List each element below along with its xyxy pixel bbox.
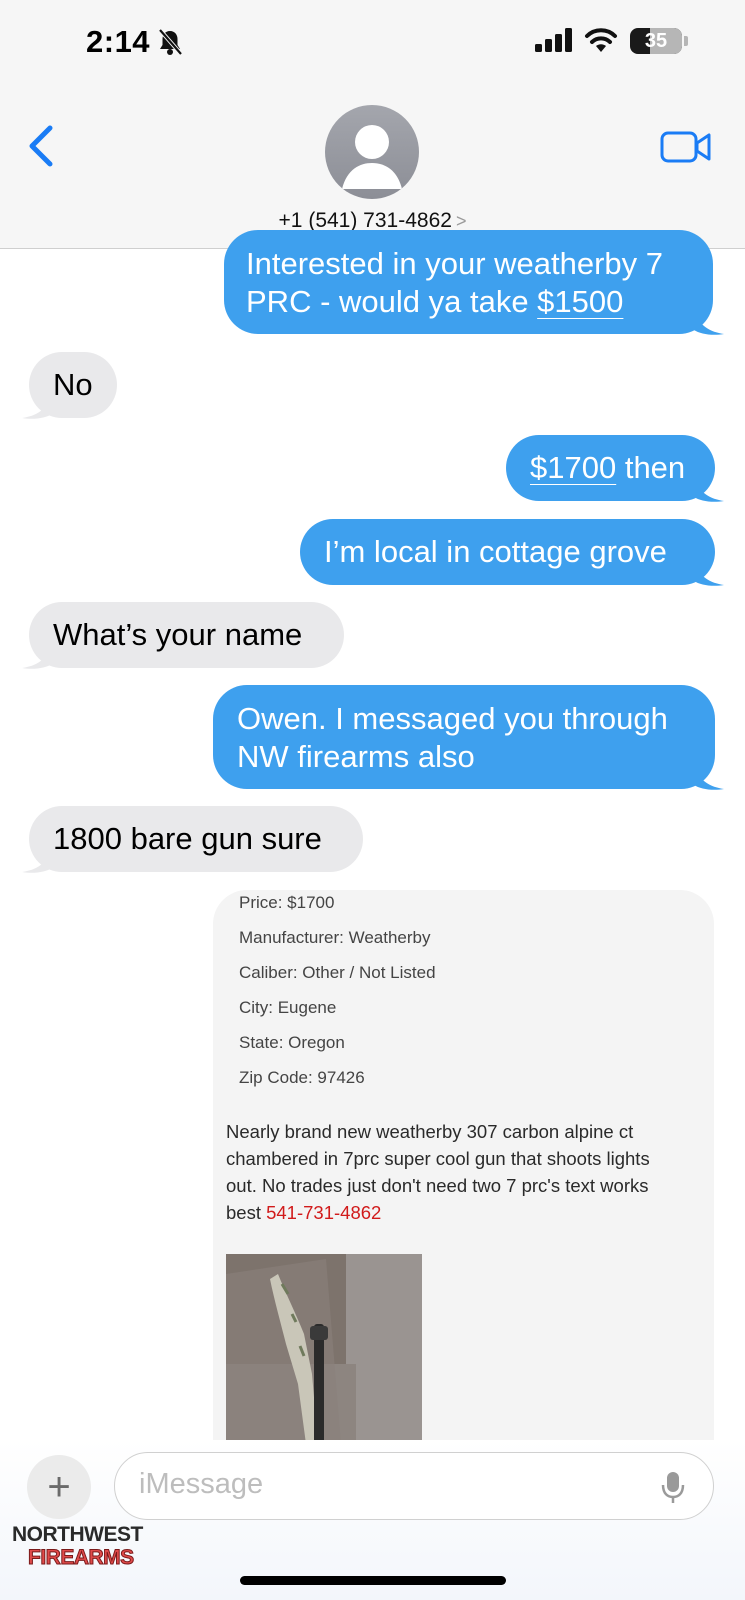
listing-price: Price: $1700 <box>239 893 335 912</box>
conversation-header: 2:14 35 +1 (541) 731-4862 > <box>0 0 745 249</box>
avatar-icon <box>342 125 402 189</box>
message-input-placeholder: iMessage <box>139 1468 264 1500</box>
message-text: I’m local in cottage grove <box>324 534 667 569</box>
message-input[interactable]: iMessage <box>114 1452 714 1520</box>
outgoing-message[interactable]: $1700 then <box>506 435 715 501</box>
message-text: Interested in your weatherby 7 <box>246 246 664 281</box>
outgoing-message[interactable]: Owen. I messaged you through NW firearms… <box>213 685 715 789</box>
description-line: out. No trades just don't need two 7 prc… <box>226 1175 649 1196</box>
message-text: Owen. I messaged you through <box>237 701 668 736</box>
message-text: NW firearms also <box>237 739 475 774</box>
description-line: best 541-731-4862 <box>226 1199 696 1226</box>
watermark-line1: NORTHWEST <box>12 1523 143 1546</box>
description-line: chambered in 7prc super cool gun that sh… <box>226 1148 650 1169</box>
bubble-tail <box>694 479 724 502</box>
price-link[interactable]: $1700 <box>530 449 616 487</box>
bubble-tail <box>22 646 52 669</box>
battery-tip <box>684 36 688 46</box>
listing-caliber: Caliber: Other / Not Listed <box>239 963 436 982</box>
listing-manufacturer: Manufacturer: Weatherby <box>239 928 431 947</box>
signal-icon <box>535 28 572 52</box>
plus-button[interactable]: + <box>27 1455 91 1519</box>
bubble-tail <box>694 767 724 790</box>
rifle-photo <box>226 1254 422 1444</box>
listing-description: Nearly brand new weatherby 307 carbon al… <box>226 1118 696 1226</box>
incoming-message[interactable]: 1800 bare gun sure <box>29 806 363 872</box>
listing-phone: 541-731-4862 <box>266 1202 382 1223</box>
message-text-line2: PRC - would ya take $1500 <box>246 283 623 321</box>
outgoing-message[interactable]: Interested in your weatherby 7 PRC - wou… <box>224 230 713 334</box>
wifi-icon <box>585 28 617 52</box>
rifle-image <box>226 1254 422 1444</box>
bubble-tail <box>694 563 724 586</box>
price-link[interactable]: $1500 <box>537 284 623 319</box>
battery-level: 35 <box>644 30 668 52</box>
message-text: What’s your name <box>53 617 303 652</box>
bubble-tail <box>694 312 724 335</box>
listing-screenshot[interactable]: Price: $1700 Manufacturer: Weatherby Cal… <box>213 890 714 1450</box>
home-indicator[interactable] <box>240 1576 506 1585</box>
contact-avatar[interactable] <box>325 105 419 199</box>
message-text: No <box>53 367 93 402</box>
listing-state: State: Oregon <box>239 1033 345 1052</box>
description-line: Nearly brand new weatherby 307 carbon al… <box>226 1121 634 1142</box>
message-text: 1800 bare gun sure <box>53 821 322 856</box>
listing-city: City: Eugene <box>239 998 337 1017</box>
outgoing-message[interactable]: I’m local in cottage grove <box>300 519 715 585</box>
status-time: 2:14 <box>86 24 151 59</box>
message-text: PRC - would ya take <box>246 284 538 319</box>
contact-phone-text: +1 (541) 731-4862 <box>278 209 452 232</box>
bubble-tail <box>22 850 52 873</box>
battery-icon: 35 <box>630 28 682 54</box>
video-camera-icon[interactable] <box>660 130 712 164</box>
message-text: then <box>616 450 686 485</box>
plus-icon: + <box>47 1465 71 1509</box>
incoming-message[interactable]: What’s your name <box>29 602 344 668</box>
bell-slash-icon <box>158 28 183 56</box>
chevron-right-icon: > <box>455 211 467 231</box>
description-text: best <box>226 1202 267 1223</box>
microphone-icon[interactable] <box>660 1470 686 1506</box>
listing-zip: Zip Code: 97426 <box>239 1068 365 1087</box>
bubble-tail <box>22 396 52 419</box>
watermark-line2: FIREARMS <box>28 1546 135 1570</box>
back-chevron-icon[interactable] <box>26 124 56 168</box>
